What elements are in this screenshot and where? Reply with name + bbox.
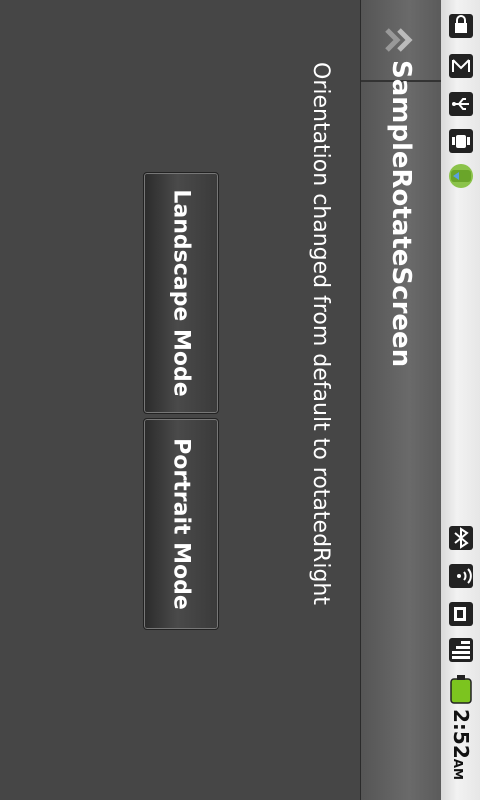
android-market-icon [445,160,477,192]
bluetooth-icon [445,522,477,554]
sim-icon [445,598,477,630]
orientation-message: Orientation changed from default to rota… [308,62,333,605]
landscape-mode-button[interactable]: Landscape Mode [143,172,219,414]
landscape-mode-label: Landscape Mode [168,189,194,397]
usb-icon [445,88,477,120]
signal-icon [445,634,477,666]
wifi-icon [445,560,477,592]
gmail-icon [445,50,477,82]
status-bar: 2:52AM [440,0,480,800]
battery-icon [445,674,477,706]
portrait-mode-label: Portrait Mode [168,438,194,610]
lock-icon [445,10,477,42]
page-title: SampleRotateScreen [386,60,416,368]
title-bar: SampleRotateScreen [360,0,441,800]
android-debug-icon [445,125,477,157]
clock: 2:52AM [449,709,473,780]
chevron-right-icon[interactable] [383,20,423,60]
portrait-mode-button[interactable]: Portrait Mode [143,418,219,630]
